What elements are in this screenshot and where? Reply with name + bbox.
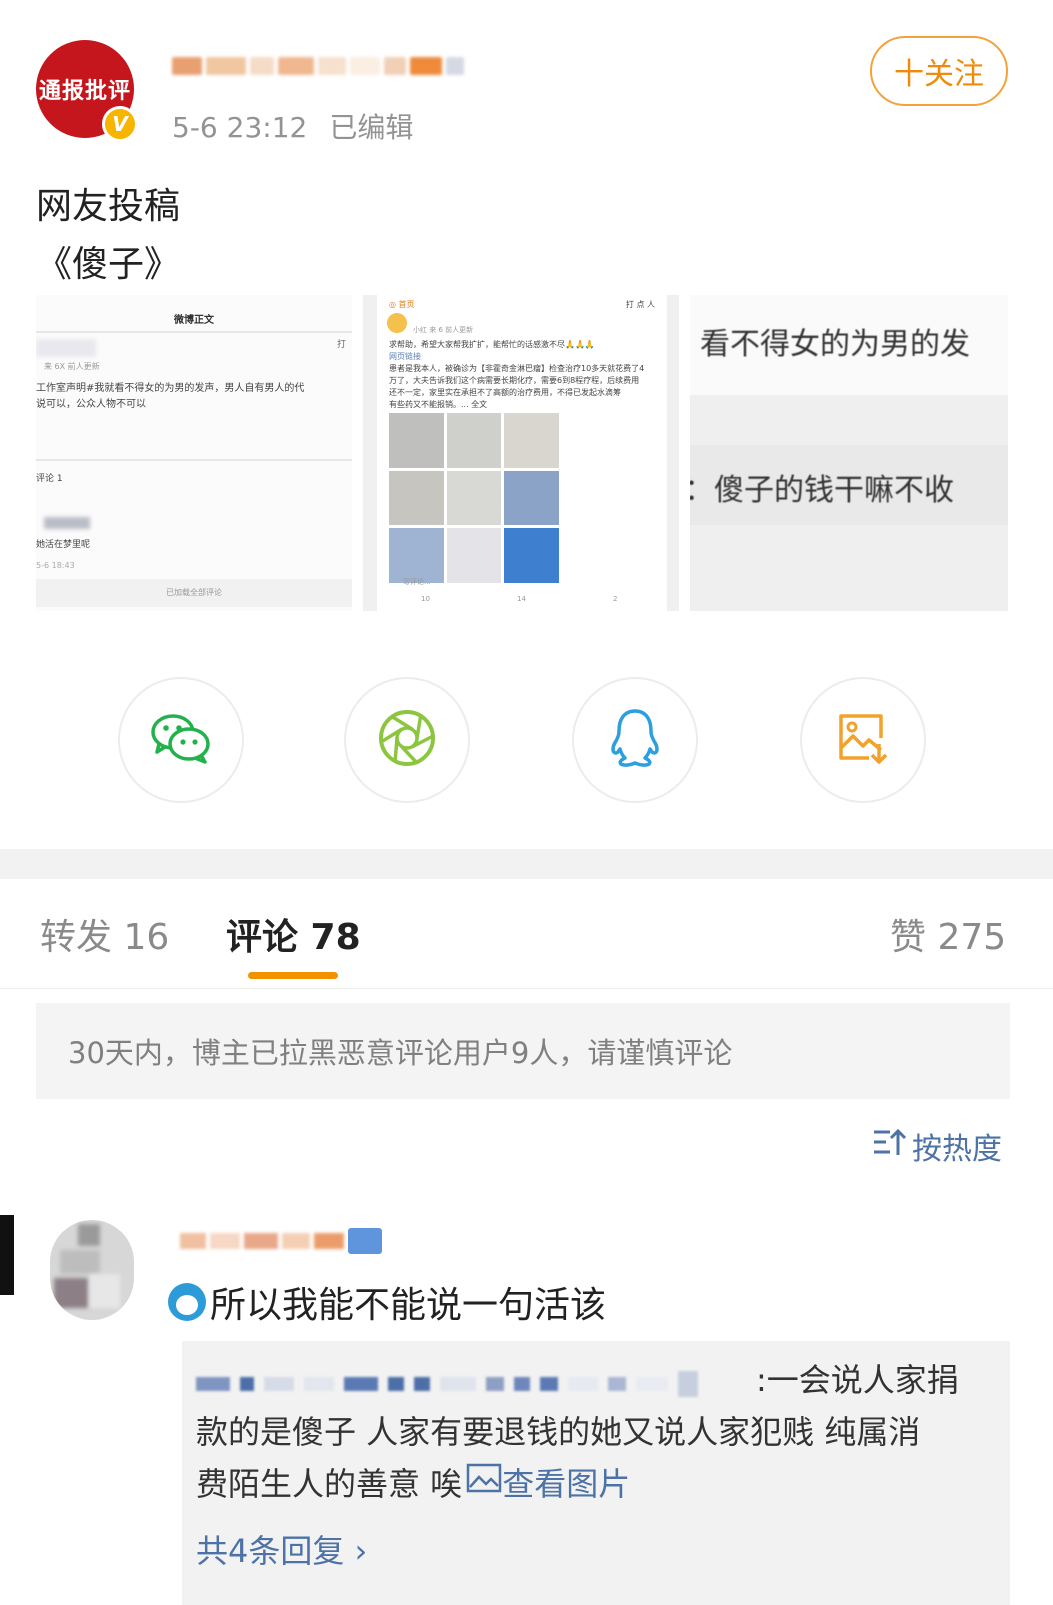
active-tab-indicator — [248, 972, 338, 979]
post-time: 5-6 23:12 — [172, 111, 308, 144]
sort-by-hot-button[interactable]: 按热度 — [872, 1124, 1002, 1168]
avatar-text: 通报批评 — [38, 79, 131, 104]
qq-icon — [609, 707, 661, 773]
reply-text-line: :一会说人家捐 — [756, 1361, 959, 1399]
post-image-2[interactable]: ◎ 首页 打 点 人 小红 来 6 前人更新 求帮助，希望大家帮我扩扩，能帮忙的… — [363, 295, 679, 611]
author-name-blurred[interactable] — [172, 48, 512, 84]
post-image-1[interactable]: 微博正文 打 来 6X 前人更新 工作室声明#我就看不得女的为男的发声，男人自有… — [36, 295, 352, 611]
thumb-text: 患者是我本人，被确诊为【非霍奇金淋巴瘤】检查治疗10多天就花费了4 — [389, 364, 645, 373]
post-meta: 5-6 23:12 已编辑 — [172, 106, 413, 146]
thumb-meta: 小红 来 6 前人更新 — [413, 326, 474, 334]
sort-icon — [872, 1127, 907, 1165]
moments-icon — [377, 708, 437, 772]
replier-names-blurred — [196, 1371, 770, 1397]
thumb-image-grid — [389, 413, 559, 583]
tab-repost[interactable]: 转发 16 — [40, 908, 169, 960]
section-divider — [0, 849, 1053, 879]
thumb-meta: 来 6X 前人更新 — [44, 362, 100, 371]
thumb-link: 网页链接 — [389, 352, 421, 361]
reply-text: 费陌生人的善意 唉 — [196, 1465, 463, 1503]
thumb-comment-text: 她活在梦里呢 — [36, 540, 91, 550]
divider — [36, 459, 352, 461]
tabs-divider — [0, 988, 1053, 989]
thumb-count: 10 — [421, 595, 430, 603]
thumb-text: 还不一定，家里实在承担不了高额的治疗费用，不得已发起水滴筹 — [389, 388, 621, 397]
thumb-text: ：傻子的钱干嘛不收 — [690, 473, 954, 508]
reply-text-line: 费陌生人的善意 唉 查看图片 — [196, 1459, 630, 1505]
thumb-text: 求帮助，希望大家帮我扩扩，能帮忙的话感激不尽🙏🙏🙏 — [389, 340, 595, 349]
edge-artifact — [0, 1215, 14, 1295]
follow-button[interactable]: 十关注 — [870, 36, 1008, 106]
thumb-text: 工作室声明#我就看不得女的为男的发声，男人自有男人的代 — [36, 383, 305, 394]
post-image-3[interactable]: 看不得女的为男的发 ：傻子的钱干嘛不收 — [690, 295, 1008, 611]
thumb-text: 万了，大夫告诉我们这个病需要长期化疗，需要6到8程疗程，后续费用 — [389, 376, 640, 385]
save-image-icon — [835, 710, 891, 770]
sort-label: 按热度 — [912, 1132, 1002, 1167]
commenter-name-blurred[interactable] — [180, 1226, 410, 1256]
doraemon-emoji-icon — [168, 1283, 206, 1321]
thumb-screenshot: ◎ 首页 打 点 人 小红 来 6 前人更新 求帮助，希望大家帮我扩扩，能帮忙的… — [377, 295, 667, 611]
post-body: 网友投稿 《傻子》 — [36, 178, 180, 294]
blurred-username — [44, 517, 90, 529]
thumb-write-comment: 写评论... — [403, 578, 431, 586]
thumb-header: 打 点 人 — [625, 300, 655, 309]
blurred-username — [36, 339, 96, 357]
tab-like[interactable]: 赞 275 — [890, 908, 1006, 960]
view-image-link[interactable]: 查看图片 — [466, 1459, 630, 1505]
post-text-line: 《傻子》 — [36, 244, 181, 285]
thumb-text: 有些药又不能报销。... 全文 — [389, 400, 488, 409]
image-icon — [466, 1463, 502, 1501]
reply-text-line: 款的是傻子 人家有要退钱的她又说人家犯贱 纯属消 — [196, 1413, 921, 1451]
thumb-header: ◎ 首页 — [389, 300, 415, 309]
thumb-title: 微博正文 — [174, 315, 214, 326]
share-moments-button[interactable] — [344, 677, 470, 803]
comment-body: 所以我能不能说一句活该 — [168, 1276, 606, 1328]
more-replies-link[interactable]: 共4条回复 › — [196, 1526, 367, 1572]
share-qq-button[interactable] — [572, 677, 698, 803]
commenter-avatar[interactable] — [50, 1220, 134, 1320]
thumb-count: 2 — [613, 595, 618, 603]
post-text-line: 网友投稿 — [36, 186, 181, 227]
reply-preview[interactable]: :一会说人家捐 款的是傻子 人家有要退钱的她又说人家犯贱 纯属消 费陌生人的善意… — [182, 1341, 1010, 1605]
comment-text: 所以我能不能说一句活该 — [210, 1285, 607, 1326]
thumb-text: 说可以，公众人物不可以 — [36, 399, 146, 410]
tab-comment[interactable]: 评论 78 — [226, 908, 361, 960]
thumb-text: 看不得女的为男的发 — [700, 327, 970, 362]
thumb-time: 5-6 18:43 — [36, 561, 75, 570]
wechat-icon — [149, 710, 213, 770]
share-wechat-button[interactable] — [118, 677, 244, 803]
thumb-comment-header: 评论 1 — [36, 474, 63, 484]
thumb-count: 14 — [517, 595, 526, 603]
thumb-footer: 已加载全部评论 — [36, 579, 352, 607]
thumb-avatar — [387, 313, 407, 333]
edited-label: 已编辑 — [329, 111, 414, 144]
blocked-users-notice: 30天内，博主已拉黑恶意评论用户9人，请谨慎评论 — [36, 1003, 1010, 1099]
verified-badge-icon: V — [102, 106, 138, 142]
view-image-label: 查看图片 — [502, 1465, 631, 1503]
save-image-button[interactable] — [800, 677, 926, 803]
divider — [36, 331, 352, 333]
thumb-label: 打 — [336, 340, 346, 350]
